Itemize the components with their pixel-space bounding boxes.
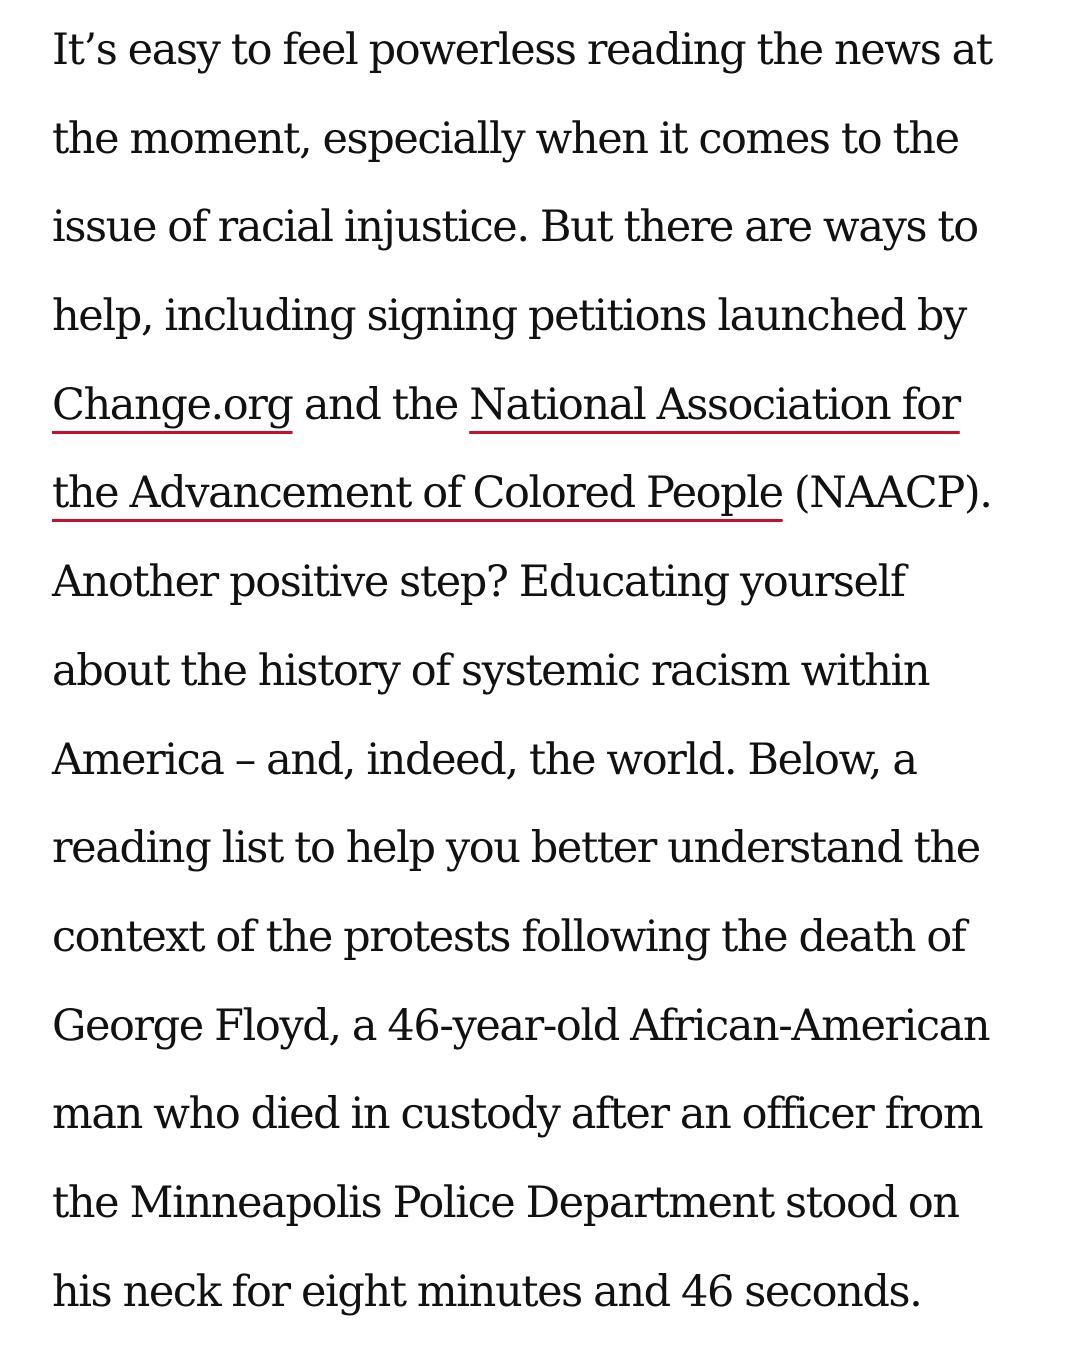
article-line: America – and, indeed, the world. Below,… (52, 734, 918, 785)
article-line: help, including signing petitions launch… (52, 291, 967, 342)
article-line: the Minneapolis Police Department stood … (52, 1177, 960, 1228)
article-line: context of the protests following the de… (52, 911, 967, 962)
article-text: and the (292, 379, 470, 430)
article-text: (NAACP). (782, 468, 993, 519)
article-line-links: Change.org and the National Association … (52, 361, 1080, 450)
article-line-links: the Advancement of Colored People (NAACP… (52, 449, 1080, 538)
article-line: It’s easy to feel powerless reading the … (52, 25, 993, 75)
article-line: about the history of systemic racism wit… (52, 645, 931, 696)
article-line: his neck for eight minutes and 46 second… (52, 1266, 923, 1317)
naacp-link-part-2[interactable]: the Advancement of Colored People (52, 468, 784, 518)
change-org-link[interactable]: Change.org (52, 380, 294, 430)
article-paragraph: It’s easy to feel powerless reading the … (52, 6, 1080, 1336)
article-line: reading list to help you better understa… (52, 823, 981, 874)
article-line: the moment, especially when it comes to … (52, 113, 960, 164)
article-line: man who died in custody after an officer… (52, 1089, 984, 1140)
article-line: issue of racial injustice. But there are… (52, 202, 979, 253)
article-line: Another positive step? Educating yoursel… (52, 557, 906, 608)
naacp-link-part-1[interactable]: National Association for (469, 380, 961, 430)
article-line: George Floyd, a 46-year-old African-Amer… (52, 1000, 991, 1051)
